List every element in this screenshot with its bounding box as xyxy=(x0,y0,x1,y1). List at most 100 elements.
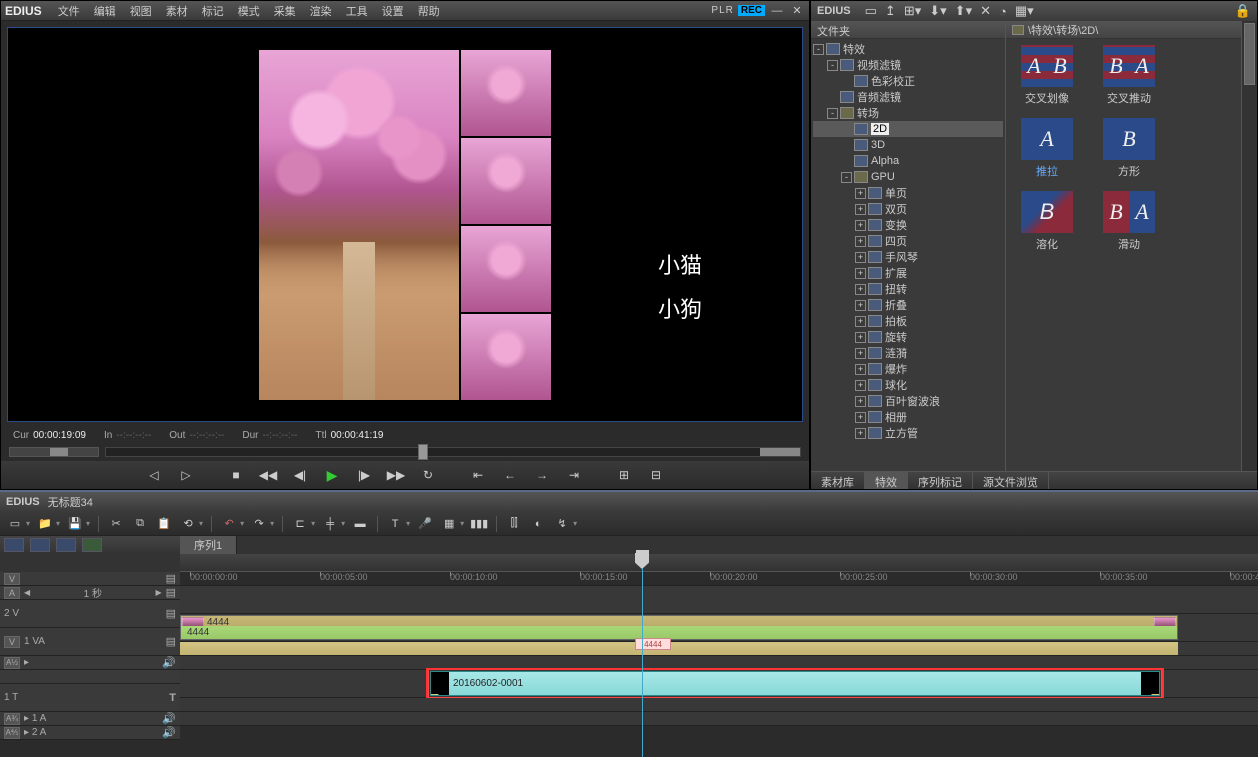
import-icon[interactable]: ⬇▾ xyxy=(929,3,946,19)
tree-item[interactable]: +旋转 xyxy=(813,329,1003,345)
stop-button[interactable]: ■ xyxy=(225,465,247,485)
overwrite-button[interactable]: ⊟ xyxy=(645,465,667,485)
view-icon[interactable]: ▦▾ xyxy=(1015,3,1034,19)
menu-marker[interactable]: 标记 xyxy=(196,1,230,21)
next-frame-button[interactable]: |▶ xyxy=(353,465,375,485)
playhead[interactable] xyxy=(642,568,643,757)
cut-icon[interactable]: ✂ xyxy=(107,516,125,532)
replace-icon[interactable]: ⟲ xyxy=(179,516,197,532)
expand-icon[interactable]: ▤ xyxy=(166,572,176,585)
redo-icon[interactable]: ↷ xyxy=(250,516,268,532)
tree-item[interactable]: +涟漪 xyxy=(813,345,1003,361)
effect-item[interactable]: A推拉 xyxy=(1012,118,1082,179)
split-icon[interactable]: ╪ xyxy=(321,516,339,532)
track-v2[interactable] xyxy=(180,586,1258,614)
tree-item[interactable]: +相册 xyxy=(813,409,1003,425)
clip-va[interactable]: 4444 4444 xyxy=(180,615,1178,640)
track-header-a2[interactable]: A⅘▸ 2 A🔊 xyxy=(0,726,180,740)
tree-item[interactable]: +变换 xyxy=(813,217,1003,233)
tree-item[interactable]: +爆炸 xyxy=(813,361,1003,377)
play-button[interactable]: ▶ xyxy=(321,465,343,485)
new-seq-icon[interactable]: ▭ xyxy=(6,516,24,532)
menu-settings[interactable]: 设置 xyxy=(376,1,410,21)
tc-out[interactable]: --:--:--:-- xyxy=(189,430,224,441)
tick-row[interactable]: 00:00:00:0000:00:05:0000:00:10:0000:00:1… xyxy=(180,572,1258,586)
tree-item[interactable]: +单页 xyxy=(813,185,1003,201)
clip-title[interactable]: 20160602-0001 xyxy=(430,671,1160,696)
speaker-icon[interactable]: 🔊 xyxy=(162,656,176,669)
tc-dur[interactable]: --:--:--:-- xyxy=(263,430,298,441)
tree-item[interactable]: -转场 xyxy=(813,105,1003,121)
tc-in[interactable]: --:--:--:-- xyxy=(116,430,151,441)
tree-item[interactable]: -GPU xyxy=(813,169,1003,185)
folder-icon[interactable]: ▭ xyxy=(865,3,877,19)
tree-item[interactable]: -特效 xyxy=(813,41,1003,57)
mode-normal-icon[interactable] xyxy=(4,538,24,552)
tab-markers[interactable]: 序列标记 xyxy=(908,472,973,489)
insert-button[interactable]: ⊞ xyxy=(613,465,635,485)
tree-item[interactable]: +扭转 xyxy=(813,281,1003,297)
mode-multicam-icon[interactable] xyxy=(56,538,76,552)
effects-grid[interactable]: AB交叉划像BA交叉推动A推拉B方形B溶化BA滑动 xyxy=(1006,39,1241,471)
track-header-va1[interactable]: V1 VA▤ xyxy=(0,628,180,656)
timeline-ruler[interactable] xyxy=(180,554,1258,572)
track-header-scale[interactable]: A◀1 秒▶▤ xyxy=(0,586,180,600)
delete-icon[interactable]: ✕ xyxy=(980,3,991,19)
delete-gap-icon[interactable]: ▬ xyxy=(351,516,369,532)
menu-mode[interactable]: 模式 xyxy=(232,1,266,21)
tree-item[interactable]: +双页 xyxy=(813,201,1003,217)
track-a2[interactable] xyxy=(180,712,1258,726)
tree-item[interactable]: +球化 xyxy=(813,377,1003,393)
tree-item[interactable]: +拍板 xyxy=(813,313,1003,329)
track-t1[interactable]: 20160602-0001 xyxy=(180,670,1258,698)
export-icon[interactable]: ⬆▾ xyxy=(955,3,972,19)
render-icon[interactable]: ▦ xyxy=(440,516,458,532)
track-area[interactable]: 序列1 00:00:00:0000:00:05:0000:00:10:0000:… xyxy=(180,536,1258,757)
open-icon[interactable]: 📁 xyxy=(36,516,54,532)
track-header-t1[interactable]: 1 TT xyxy=(0,684,180,712)
tree-item[interactable]: +手风琴 xyxy=(813,249,1003,265)
track-header-v-patch[interactable]: V▤ xyxy=(0,572,180,586)
tc-ttl[interactable]: 00:00:41:19 xyxy=(331,430,384,441)
track-va1[interactable]: 4444 4444 xyxy=(180,614,1258,642)
menu-tools[interactable]: 工具 xyxy=(340,1,374,21)
scrub-bar[interactable] xyxy=(105,447,801,457)
lock-icon[interactable]: 🔒 xyxy=(1235,3,1251,19)
close-button[interactable]: ✕ xyxy=(789,4,805,18)
track-header-va1-audio[interactable]: A½▸🔊 xyxy=(0,656,180,670)
effect-item[interactable]: BA滑动 xyxy=(1094,191,1164,252)
preview-viewer[interactable]: 小猫 小狗 xyxy=(7,27,803,422)
track-header-v2[interactable]: 2 V▤ xyxy=(0,600,180,628)
set-in-button[interactable]: ◁ xyxy=(143,465,165,485)
color-icon[interactable]: ◐ xyxy=(529,516,547,532)
prev-frame-button[interactable]: ◀| xyxy=(289,465,311,485)
tab-library[interactable]: 素材库 xyxy=(811,472,865,489)
mode-plr[interactable]: PLR xyxy=(711,5,733,16)
tab-effects[interactable]: 特效 xyxy=(865,472,908,489)
title-icon[interactable]: T xyxy=(386,516,404,532)
export-icon[interactable]: ↯ xyxy=(553,516,571,532)
left-nudge-button[interactable]: ← xyxy=(499,465,521,485)
tree-item[interactable]: 2D xyxy=(813,121,1003,137)
effect-item[interactable]: BA交叉推动 xyxy=(1094,45,1164,106)
tc-cur[interactable]: 00:00:19:09 xyxy=(33,430,86,441)
menu-edit[interactable]: 编辑 xyxy=(88,1,122,21)
tree-item[interactable]: 音频滤镜 xyxy=(813,89,1003,105)
scrub-handle[interactable] xyxy=(418,444,428,460)
minimize-button[interactable]: — xyxy=(769,4,785,18)
mode-trim-icon[interactable] xyxy=(30,538,50,552)
tree-item[interactable]: 3D xyxy=(813,137,1003,153)
menu-clip[interactable]: 素材 xyxy=(160,1,194,21)
undo-icon[interactable]: ↶ xyxy=(220,516,238,532)
effects-tree[interactable]: -特效-视频滤镜色彩校正音频滤镜-转场2D3DAlpha-GPU+单页+双页+变… xyxy=(811,39,1005,471)
right-nudge-button[interactable]: → xyxy=(531,465,553,485)
menu-file[interactable]: 文件 xyxy=(52,1,86,21)
marker-icon[interactable]: ▮▮▮ xyxy=(470,516,488,532)
track-header-a1[interactable]: A¾▸ 1 A🔊 xyxy=(0,712,180,726)
tree-item[interactable]: +立方管 xyxy=(813,425,1003,441)
up-icon[interactable]: ↥ xyxy=(885,3,896,19)
loop-button[interactable]: ↻ xyxy=(417,465,439,485)
track-a1[interactable] xyxy=(180,698,1258,712)
tree-item[interactable]: +百叶窗波浪 xyxy=(813,393,1003,409)
next-edit-button[interactable]: ⇥ xyxy=(563,465,585,485)
